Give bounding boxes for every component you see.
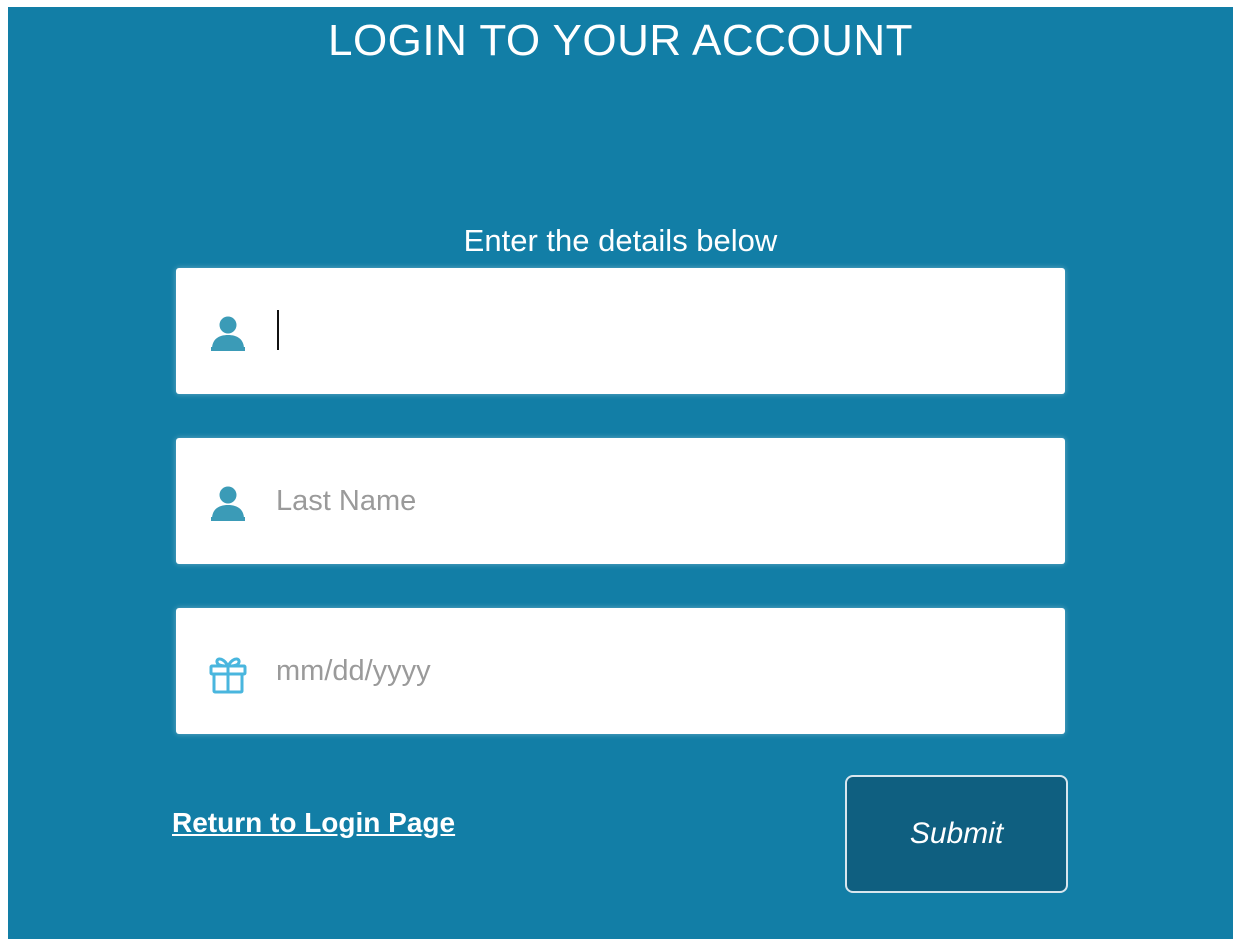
- birth-date-field[interactable]: [176, 608, 1065, 734]
- form-instructions: Enter the details below: [463, 223, 778, 258]
- user-icon: [206, 481, 250, 525]
- text-cursor: [277, 310, 279, 350]
- return-to-login-link[interactable]: Return to Login Page: [172, 807, 455, 839]
- login-panel: LOGIN TO YOUR ACCOUNT Enter the details …: [8, 7, 1233, 939]
- submit-button[interactable]: Submit: [845, 775, 1068, 893]
- birth-date-input[interactable]: [276, 644, 1036, 698]
- page-title: LOGIN TO YOUR ACCOUNT: [327, 16, 914, 65]
- first-name-field[interactable]: [176, 268, 1065, 394]
- first-name-input[interactable]: [276, 304, 1036, 358]
- user-icon: [206, 311, 250, 355]
- last-name-field[interactable]: [176, 438, 1065, 564]
- last-name-input[interactable]: [276, 474, 1036, 528]
- gift-icon: [206, 651, 250, 695]
